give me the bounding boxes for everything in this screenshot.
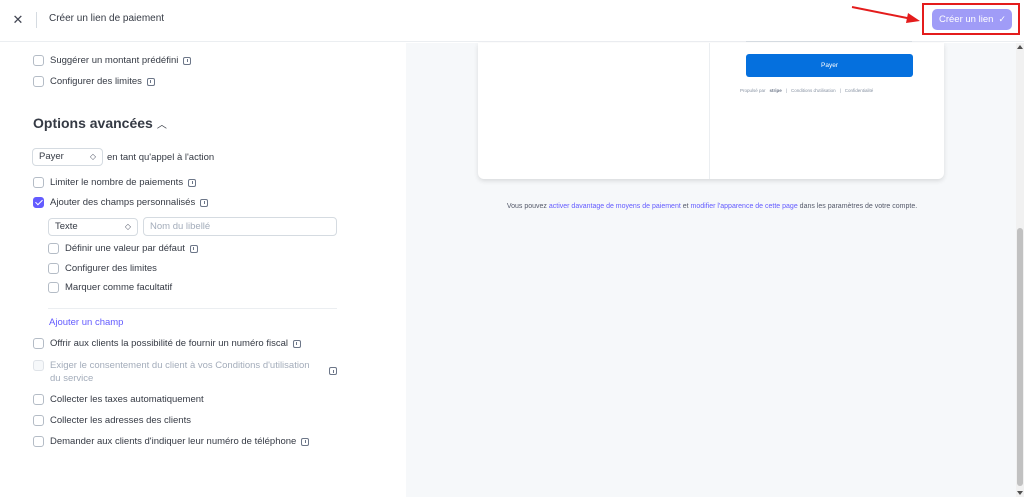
scrollbar[interactable] <box>1016 43 1024 497</box>
enable-payment-methods-link[interactable]: activer davantage de moyens de paiement <box>549 203 681 210</box>
limit-payments-option[interactable]: Limiter le nombre de paiements <box>33 177 197 188</box>
chevron-updown-icon: ◇ <box>124 222 131 231</box>
preview-pay-button: Payer <box>746 54 913 77</box>
scroll-down-icon[interactable] <box>1017 491 1023 495</box>
tax-id-option[interactable]: Offrir aux clients la possibilité de fou… <box>33 338 301 349</box>
suggest-amount-checkbox[interactable] <box>33 55 44 66</box>
chevron-up-icon: ︿ <box>156 120 167 131</box>
info-icon[interactable] <box>329 367 337 375</box>
top-bar: ✕ Créer un lien de paiement Créer un lie… <box>0 0 1024 42</box>
info-icon[interactable] <box>189 244 198 253</box>
info-icon[interactable] <box>146 77 155 86</box>
default-value-option[interactable]: Définir une valeur par défaut <box>48 243 198 254</box>
info-icon[interactable] <box>200 198 209 207</box>
phone-checkbox[interactable] <box>33 436 44 447</box>
stripe-logo: stripe <box>769 88 782 93</box>
chevron-updown-icon: ◇ <box>89 152 96 161</box>
optional-checkbox[interactable] <box>48 282 59 293</box>
info-icon[interactable] <box>292 339 301 348</box>
configure-limits-checkbox[interactable] <box>33 76 44 87</box>
auto-tax-option[interactable]: Collecter les taxes automatiquement <box>33 394 204 405</box>
info-icon[interactable] <box>183 56 192 65</box>
annotation-highlight-box <box>922 3 1020 35</box>
field-limits-checkbox[interactable] <box>48 263 59 274</box>
suggest-amount-option[interactable]: Suggérer un montant prédéfini <box>33 55 192 66</box>
field-limits-option[interactable]: Configurer des limites <box>48 263 157 274</box>
section-divider <box>48 308 337 309</box>
auto-tax-checkbox[interactable] <box>33 394 44 405</box>
phone-option[interactable]: Demander aux clients d'indiquer leur num… <box>33 436 310 447</box>
info-icon[interactable] <box>188 178 197 187</box>
field-type-select[interactable]: Texte ◇ <box>48 218 138 236</box>
addresses-option[interactable]: Collecter les adresses des clients <box>33 415 191 426</box>
terms-consent-option: Exiger le consentement du client à vos C… <box>33 359 310 385</box>
checkout-preview-card: Payer Propulsé par stripe | Conditions d… <box>478 41 944 179</box>
cta-suffix-label: en tant qu'appel à l'action <box>107 152 215 163</box>
addresses-checkbox[interactable] <box>33 415 44 426</box>
preview-footer: Propulsé par stripe | Conditions d'utili… <box>740 88 874 93</box>
header-divider <box>36 12 37 28</box>
modify-appearance-link[interactable]: modifier l'apparence de cette page <box>691 203 798 210</box>
info-icon[interactable] <box>301 437 310 446</box>
advanced-options-heading[interactable]: Options avancées ︿ <box>33 115 167 131</box>
scrollbar-thumb[interactable] <box>1017 228 1023 486</box>
custom-fields-checkbox[interactable] <box>33 197 44 208</box>
form-panel: Suggérer un montant prédéfini Configurer… <box>0 43 406 497</box>
scroll-up-icon[interactable] <box>1017 45 1023 49</box>
annotation-arrow-icon <box>851 6 920 23</box>
label-name-input[interactable]: Nom du libellé <box>143 217 337 236</box>
settings-footnote: Vous pouvez activer davantage de moyens … <box>506 203 918 210</box>
preview-panel: Payer Propulsé par stripe | Conditions d… <box>406 41 1016 497</box>
limit-payments-checkbox[interactable] <box>33 177 44 188</box>
terms-consent-checkbox <box>33 360 44 371</box>
close-icon[interactable]: ✕ <box>11 13 25 27</box>
page-title: Créer un lien de paiement <box>49 13 165 24</box>
configure-limits-option[interactable]: Configurer des limites <box>33 76 155 87</box>
input-bottom-line <box>746 41 912 42</box>
optional-option[interactable]: Marquer comme facultatif <box>48 282 172 293</box>
custom-fields-option[interactable]: Ajouter des champs personnalisés <box>33 197 209 208</box>
default-value-checkbox[interactable] <box>48 243 59 254</box>
tax-id-checkbox[interactable] <box>33 338 44 349</box>
add-field-link[interactable]: Ajouter un champ <box>49 317 123 328</box>
cta-select[interactable]: Payer ◇ <box>32 148 103 166</box>
card-divider <box>709 43 710 179</box>
